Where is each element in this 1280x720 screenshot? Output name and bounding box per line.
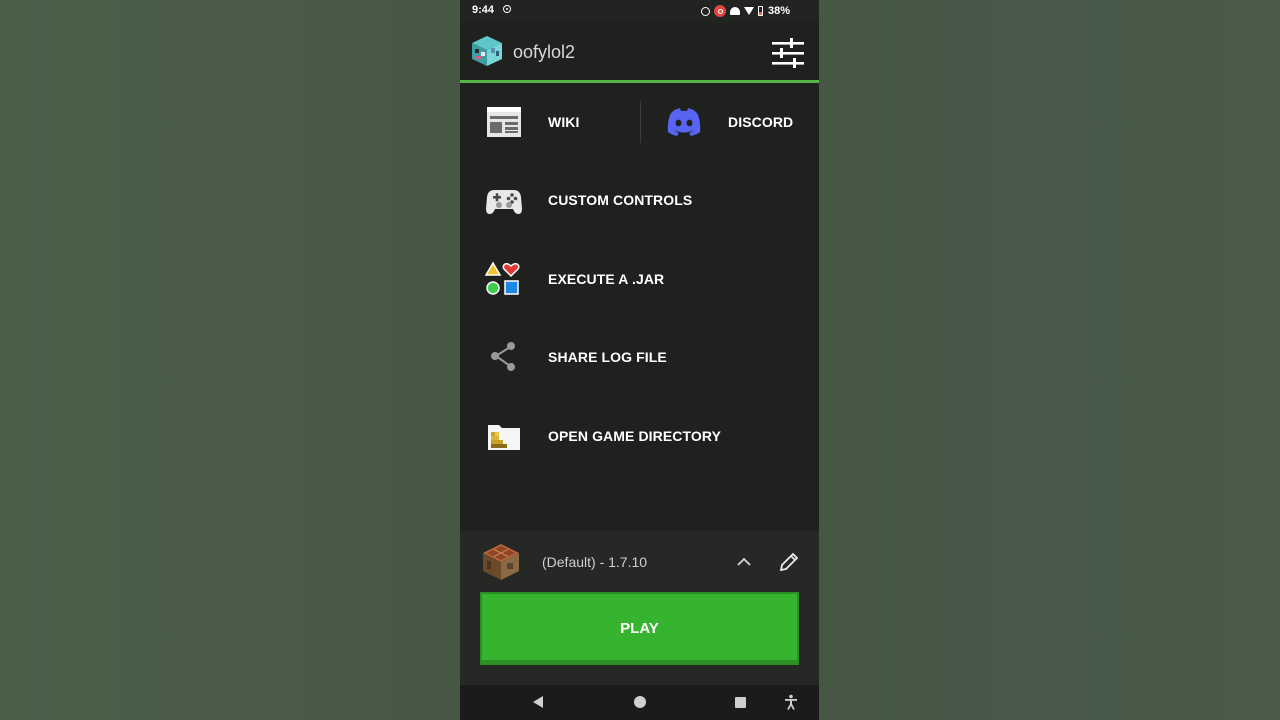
custom-controls-item[interactable]: CUSTOM CONTROLS [460, 161, 819, 239]
tune-sliders-icon [772, 38, 804, 68]
settings-button[interactable] [770, 36, 806, 70]
crafting-table-icon [483, 544, 519, 580]
version-selector[interactable]: (Default) - 1.7.10 [460, 531, 819, 593]
wiki-button[interactable]: WIKI [460, 83, 640, 161]
execute-jar-item[interactable]: EXECUTE A .JAR [460, 240, 819, 318]
discord-button[interactable]: DISCORD [641, 83, 819, 161]
discord-icon [667, 108, 701, 136]
open-directory-label: OPEN GAME DIRECTORY [548, 428, 722, 444]
custom-controls-label: CUSTOM CONTROLS [548, 192, 693, 208]
folder-icon [488, 425, 520, 450]
links-row: WIKI DISCORD [460, 83, 819, 161]
accessibility-icon[interactable] [783, 694, 799, 710]
play-button[interactable]: PLAY [480, 592, 799, 665]
battery-icon [758, 6, 763, 16]
gamepad-icon [486, 190, 522, 214]
discord-label: DISCORD [728, 114, 794, 130]
username-label: oofylol2 [513, 42, 576, 62]
battery-percent: 38% [768, 5, 791, 17]
alarm-icon [701, 6, 710, 16]
app-bar: oofylol2 [460, 22, 819, 80]
play-button-label: PLAY [620, 620, 659, 637]
execute-jar-label: EXECUTE A .JAR [548, 271, 665, 287]
open-directory-item[interactable]: OPEN GAME DIRECTORY [460, 397, 819, 475]
wiki-newspaper-icon [487, 107, 521, 137]
recents-icon[interactable] [735, 697, 746, 708]
version-label: (Default) - 1.7.10 [542, 554, 648, 570]
record-status-icon [503, 5, 511, 13]
share-icon [491, 342, 515, 371]
home-icon[interactable] [634, 696, 646, 708]
android-icon [730, 7, 740, 15]
avatar[interactable] [469, 34, 505, 68]
share-log-item[interactable]: SHARE LOG FILE [460, 318, 819, 396]
shapes-icon [485, 261, 520, 295]
launch-panel: (Default) - 1.7.10 PLAY [460, 531, 819, 685]
wifi-icon [744, 7, 754, 15]
share-log-label: SHARE LOG FILE [548, 349, 667, 365]
background-left [0, 0, 460, 720]
status-time: 9:44 [472, 4, 495, 16]
edit-pencil-icon[interactable] [778, 551, 800, 573]
phone-screen: 9:44 38% oofylol2 WIKI DISCORD CUSTOM CO… [460, 0, 819, 720]
wiki-label: WIKI [548, 114, 580, 130]
menu-list: WIKI DISCORD CUSTOM CONTROLS EXECUTE A .… [460, 83, 819, 531]
player-head-icon [472, 36, 502, 66]
chevron-up-icon[interactable] [735, 553, 753, 571]
back-icon[interactable] [533, 696, 543, 708]
status-icons: 38% [701, 4, 790, 18]
background-right [819, 0, 1280, 720]
system-nav-bar [460, 685, 819, 720]
status-bar: 9:44 38% [460, 0, 819, 22]
screen-record-icon [714, 5, 726, 17]
